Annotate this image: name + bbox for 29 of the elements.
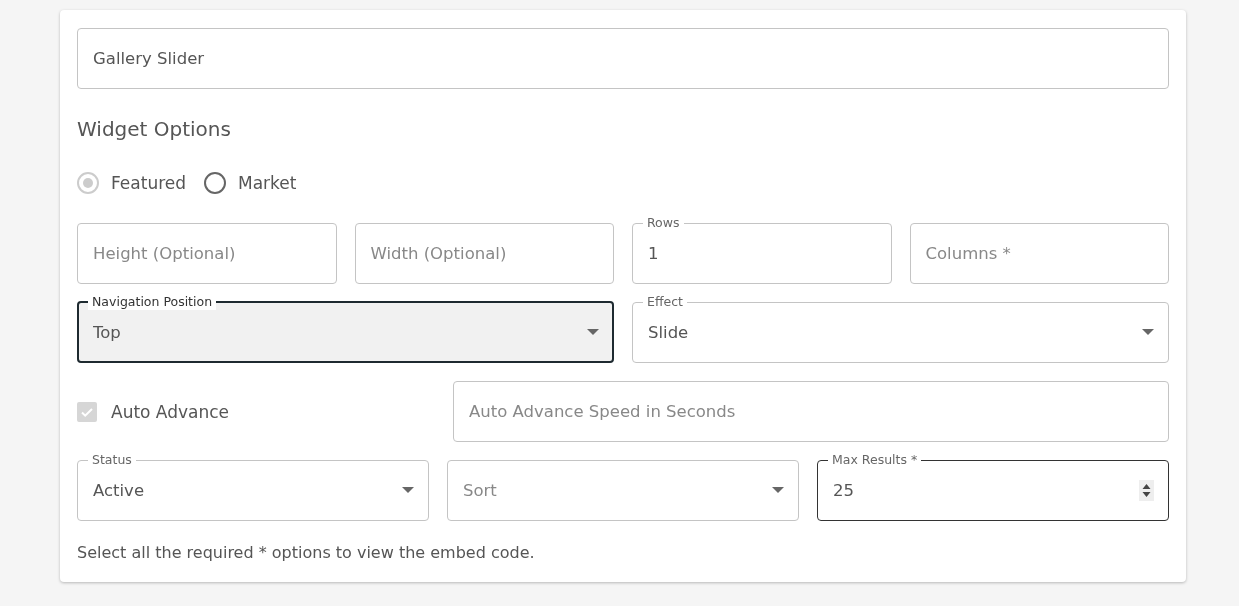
caret-icon (587, 329, 599, 335)
hint-text: Select all the required * options to view the embed code. (77, 543, 536, 562)
text-input[interactable]: Auto Advance Speed in Seconds (469, 397, 1154, 425)
field-label: Navigation Position (88, 294, 217, 310)
text-input[interactable]: Columns * (925, 239, 1154, 267)
number-field[interactable]: Max Results * 25 (817, 452, 1169, 521)
select-field[interactable]: Navigation Position Top (77, 294, 614, 363)
caret-icon (772, 487, 784, 493)
select-field[interactable]: Effect Slide (632, 294, 1169, 363)
field-label: Effect (646, 294, 684, 310)
radio-option[interactable]: Market (204, 172, 297, 194)
field-label: Rows (646, 215, 681, 231)
text-field[interactable]: Rows 1 (632, 215, 892, 284)
select-input[interactable]: Slide (648, 318, 1132, 346)
name-input[interactable]: Gallery Slider (93, 36, 1154, 80)
text-input[interactable]: 1 (648, 239, 877, 267)
text-input[interactable]: Height (Optional) (93, 239, 322, 267)
caret-icon (1142, 329, 1154, 335)
number-input[interactable]: 25 (833, 476, 1129, 504)
select-input[interactable]: Sort (463, 476, 762, 504)
select-field[interactable]: Status Active (77, 452, 429, 521)
select-input[interactable]: Top (93, 318, 577, 346)
section-title: Widget Options (77, 117, 232, 141)
field-label: Status (91, 452, 133, 468)
select-input[interactable]: Active (93, 476, 392, 504)
field-label: Max Results * (831, 452, 919, 468)
caret-icon (402, 487, 414, 493)
text-input[interactable]: Width (Optional) (370, 239, 599, 267)
spinner-icon[interactable] (1139, 479, 1154, 501)
